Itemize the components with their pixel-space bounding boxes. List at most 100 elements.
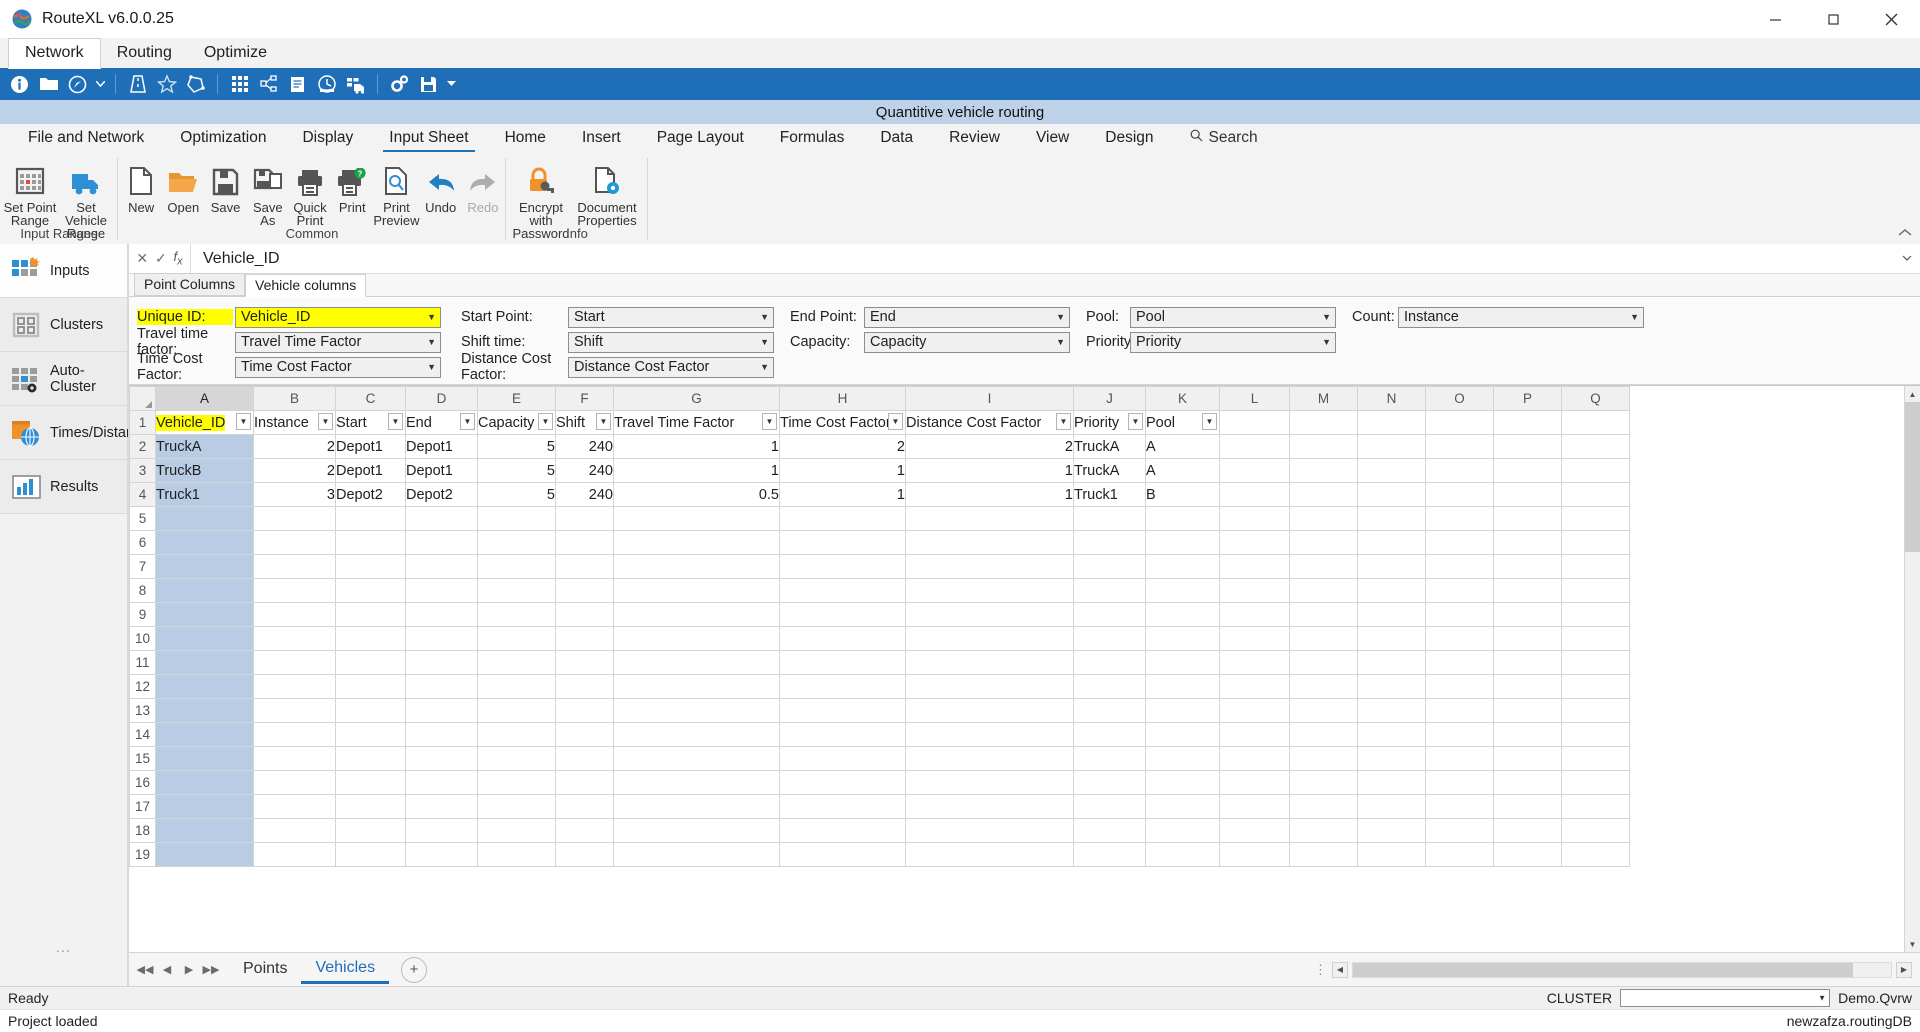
table-cell[interactable] — [1425, 458, 1494, 483]
distance-cost-factor-combo[interactable]: Distance Cost Factor ▼ — [568, 356, 774, 378]
table-cell[interactable] — [1357, 458, 1426, 483]
table-cell[interactable] — [1219, 506, 1290, 531]
report-icon[interactable] — [284, 71, 311, 97]
table-cell[interactable] — [1145, 650, 1220, 675]
table-cell[interactable] — [613, 698, 780, 723]
table-cell[interactable] — [779, 650, 906, 675]
table-cell[interactable] — [477, 674, 556, 699]
row-header-7[interactable]: 7 — [129, 554, 156, 579]
row-header-8[interactable]: 8 — [129, 578, 156, 603]
column-header-q[interactable]: Q — [1561, 386, 1630, 411]
table-cell[interactable] — [405, 818, 478, 843]
table-cell[interactable] — [1219, 602, 1290, 627]
vertical-scroll-thumb[interactable] — [1905, 402, 1920, 552]
table-cell[interactable] — [1289, 842, 1358, 867]
table-cell[interactable] — [1289, 698, 1358, 723]
table-cell[interactable] — [1073, 722, 1146, 747]
table-cell[interactable] — [1357, 698, 1426, 723]
table-cell[interactable] — [1493, 482, 1562, 507]
chevron-down-icon[interactable] — [93, 71, 107, 97]
row-header-17[interactable]: 17 — [129, 794, 156, 819]
table-cell[interactable] — [1219, 434, 1290, 459]
table-cell[interactable] — [477, 530, 556, 555]
table-cell[interactable]: Depot2 — [335, 482, 406, 507]
table-cell[interactable] — [405, 578, 478, 603]
header-cell[interactable]: Start ▼ — [335, 410, 406, 435]
table-cell[interactable] — [155, 554, 254, 579]
table-cell[interactable] — [1493, 578, 1562, 603]
sidebar-overflow[interactable]: ... — [0, 939, 127, 956]
open-button[interactable]: Open — [162, 158, 204, 214]
table-cell[interactable] — [905, 746, 1074, 771]
table-cell[interactable] — [335, 698, 406, 723]
undo-button[interactable]: Undo — [420, 158, 462, 214]
table-cell[interactable] — [1493, 746, 1562, 771]
table-cell[interactable]: 240 — [555, 434, 614, 459]
column-header-k[interactable]: K — [1145, 386, 1220, 411]
table-cell[interactable] — [1073, 770, 1146, 795]
table-cell[interactable] — [1425, 626, 1494, 651]
sheet-tab-points[interactable]: Points — [229, 957, 301, 982]
table-cell[interactable]: 0.5 — [613, 482, 780, 507]
next-sheet-icon[interactable]: ▶ — [179, 963, 199, 976]
table-cell[interactable]: Truck1 — [155, 482, 254, 507]
select-all-corner[interactable] — [129, 386, 156, 411]
first-sheet-icon[interactable]: ◀◀ — [135, 963, 155, 976]
table-cell[interactable]: 240 — [555, 458, 614, 483]
table-cell[interactable] — [905, 554, 1074, 579]
header-cell[interactable] — [1561, 410, 1630, 435]
table-cell[interactable] — [1219, 626, 1290, 651]
table-cell[interactable] — [1357, 482, 1426, 507]
column-header-c[interactable]: C — [335, 386, 406, 411]
table-cell[interactable] — [779, 818, 906, 843]
table-cell[interactable] — [905, 770, 1074, 795]
start-point-combo[interactable]: Start ▼ — [568, 306, 774, 328]
table-cell[interactable] — [335, 650, 406, 675]
table-cell[interactable] — [155, 770, 254, 795]
info-icon[interactable] — [6, 71, 33, 97]
table-cell[interactable] — [1561, 602, 1630, 627]
table-cell[interactable]: Truck1 — [1073, 482, 1146, 507]
table-cell[interactable] — [1493, 770, 1562, 795]
ribbon-tab-optimization[interactable]: Optimization — [162, 127, 284, 152]
row-header-4[interactable]: 4 — [129, 482, 156, 507]
table-cell[interactable] — [155, 818, 254, 843]
chevron-down-icon[interactable] — [1894, 255, 1920, 262]
table-cell[interactable] — [779, 578, 906, 603]
table-cell[interactable] — [1561, 818, 1630, 843]
count-combo[interactable]: Instance ▼ — [1398, 306, 1644, 328]
horizontal-scroll-thumb[interactable] — [1353, 962, 1853, 977]
table-cell[interactable]: Depot1 — [405, 458, 478, 483]
table-cell[interactable] — [1073, 578, 1146, 603]
ribbon-tab-formulas[interactable]: Formulas — [762, 127, 863, 152]
filter-dropdown-icon[interactable]: ▼ — [318, 413, 333, 430]
table-cell[interactable] — [1561, 722, 1630, 747]
table-cell[interactable] — [613, 602, 780, 627]
filter-dropdown-icon[interactable]: ▼ — [1056, 413, 1071, 430]
table-cell[interactable]: A — [1145, 434, 1220, 459]
menu-item-optimize[interactable]: Optimize — [188, 39, 283, 68]
header-cell[interactable]: End ▼ — [405, 410, 478, 435]
table-cell[interactable] — [1425, 434, 1494, 459]
table-cell[interactable] — [1561, 506, 1630, 531]
table-cell[interactable] — [1493, 434, 1562, 459]
last-sheet-icon[interactable]: ▶▶ — [201, 963, 221, 976]
truck-list-icon[interactable] — [342, 71, 369, 97]
table-cell[interactable] — [1145, 506, 1220, 531]
table-cell[interactable] — [779, 770, 906, 795]
table-cell[interactable] — [1145, 530, 1220, 555]
header-cell[interactable] — [1289, 410, 1358, 435]
table-cell[interactable] — [1219, 482, 1290, 507]
table-cell[interactable] — [1425, 482, 1494, 507]
redo-button[interactable]: Redo — [462, 158, 504, 214]
ribbon-tab-view[interactable]: View — [1018, 127, 1087, 152]
table-cell[interactable] — [555, 626, 614, 651]
shift-time-combo[interactable]: Shift ▼ — [568, 331, 774, 353]
table-cell[interactable]: TruckA — [155, 434, 254, 459]
table-cell[interactable] — [613, 794, 780, 819]
table-cell[interactable] — [1357, 506, 1426, 531]
table-cell[interactable]: A — [1145, 458, 1220, 483]
table-cell[interactable] — [1425, 770, 1494, 795]
table-cell[interactable] — [477, 578, 556, 603]
table-cell[interactable] — [555, 554, 614, 579]
